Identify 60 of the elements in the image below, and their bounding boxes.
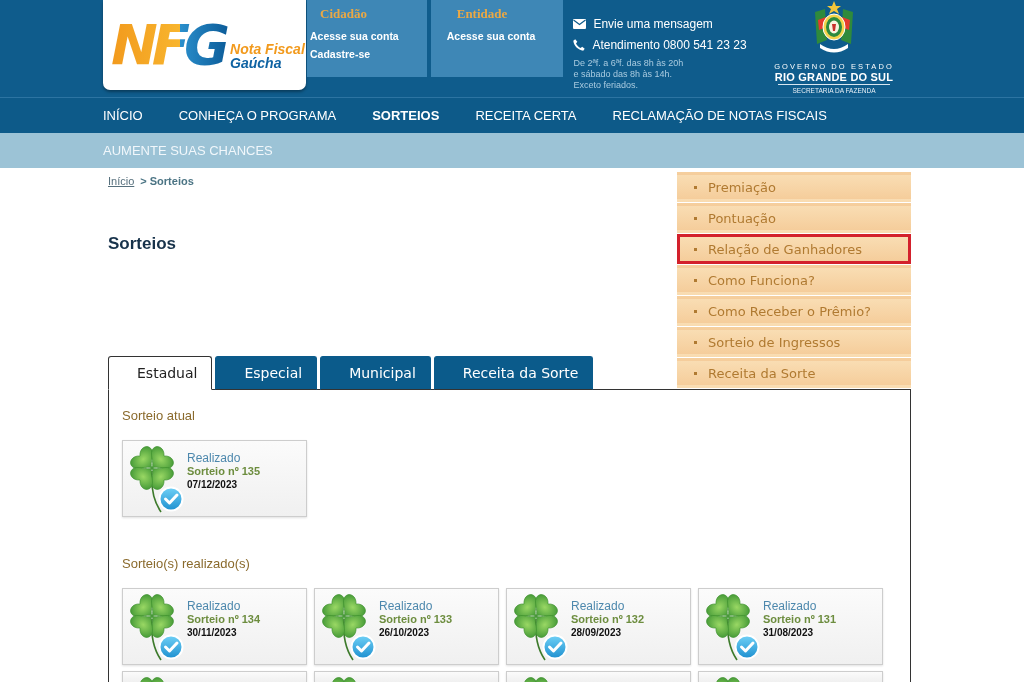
draw-date: 31/08/2023: [763, 626, 815, 639]
draw-card[interactable]: Realizado Sorteio nº 135 07/12/2023: [122, 440, 307, 517]
phone-icon: [573, 38, 586, 51]
tab[interactable]: Receita da Sorte: [433, 356, 594, 390]
account-link[interactable]: Acesse sua conta: [446, 27, 536, 45]
draw-title: Sorteio nº 134: [187, 613, 261, 626]
tab[interactable]: Especial: [215, 356, 318, 390]
nav-link[interactable]: RECEITA CERTA: [475, 108, 577, 123]
breadcrumb-link[interactable]: Início: [108, 175, 135, 187]
draw-date: 28/09/2023: [571, 626, 623, 639]
draw-card[interactable]: Realizado Sorteio nº 133 26/10/2023: [314, 588, 499, 665]
envelope-icon: [573, 18, 587, 29]
draw-card[interactable]: [698, 671, 883, 682]
nav-link[interactable]: INÍCIO: [103, 108, 143, 123]
opening-hours-text: e sábado das 8h às 14h.: [573, 69, 673, 80]
bullet-icon: [694, 278, 697, 282]
tab[interactable]: Municipal: [320, 356, 431, 390]
draw-status: Realizado: [187, 600, 242, 613]
opening-hours-text: Exceto feriados.: [573, 80, 639, 91]
nav-link[interactable]: RECLAMAÇÃO DE NOTAS FISCAIS: [612, 108, 827, 123]
account-link[interactable]: Cadastre-se: [310, 45, 399, 63]
bullet-icon: [694, 185, 697, 189]
tab[interactable]: Estadual: [108, 356, 213, 390]
draw-date: 26/10/2023: [379, 626, 431, 639]
panel-title: Cidadão: [320, 5, 368, 23]
bullet-icon: [694, 340, 697, 344]
draw-card[interactable]: [314, 671, 499, 682]
phone-link[interactable]: Atendimento 0800 541 23 23: [573, 34, 747, 55]
draw-card[interactable]: [122, 671, 307, 682]
draw-title: Sorteio nº 132: [571, 613, 645, 626]
draw-title: Sorteio nº 135: [187, 465, 261, 478]
draw-card[interactable]: Realizado Sorteio nº 132 28/09/2023: [506, 588, 691, 665]
account-link[interactable]: Acesse sua conta: [310, 27, 399, 45]
nav-link[interactable]: CONHEÇA O PROGRAMA: [178, 108, 337, 123]
draw-title: Sorteio nº 133: [379, 613, 453, 626]
state-name: RIO GRANDE DO SUL: [774, 71, 894, 83]
panel-title: Entidade: [456, 5, 509, 23]
draw-card[interactable]: Realizado Sorteio nº 131 31/08/2023: [698, 588, 883, 665]
page-title: Sorteios: [108, 234, 178, 254]
bullet-icon: [694, 247, 697, 251]
draw-card[interactable]: Realizado Sorteio nº 134 30/11/2023: [122, 588, 307, 665]
message-link[interactable]: Envie uma mensagem: [573, 13, 747, 34]
bullet-icon: [694, 371, 697, 375]
nav-link[interactable]: SORTEIOS: [372, 108, 440, 123]
logo-text: Gaúcha: [230, 56, 283, 70]
logo-text: Nota Fiscal: [230, 42, 305, 56]
draw-status: Realizado: [187, 452, 242, 465]
section-heading: Sorteio(s) realizado(s): [122, 556, 251, 572]
bullet-icon: [694, 216, 697, 220]
opening-hours-text: De 2ªf. a 6ªf. das 8h às 20h: [573, 58, 685, 69]
draw-date: 07/12/2023: [187, 478, 239, 491]
bullet-icon: [694, 309, 697, 313]
draw-status: Realizado: [379, 600, 434, 613]
draw-status: Realizado: [571, 600, 626, 613]
breadcrumb-current: > Sorteios: [140, 175, 194, 187]
section-heading: Sorteio atual: [122, 408, 196, 424]
draw-status: Realizado: [763, 600, 818, 613]
draw-title: Sorteio nº 131: [763, 613, 837, 626]
draw-date: 30/11/2023: [187, 626, 238, 639]
draw-card[interactable]: [506, 671, 691, 682]
